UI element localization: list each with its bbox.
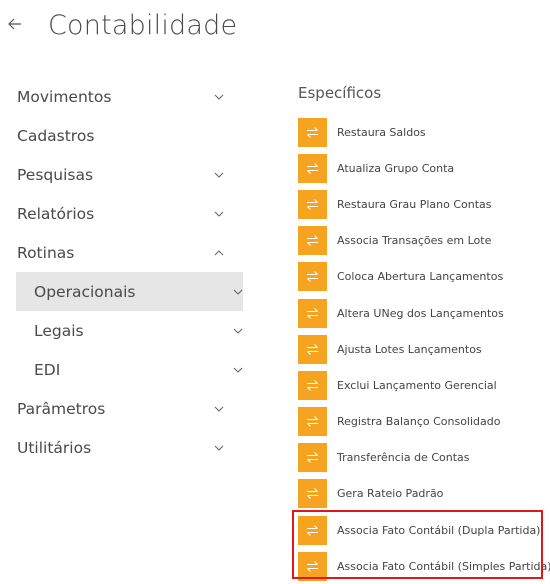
action-item[interactable]: Associa Fato Contábil (Simples Partida) (298, 548, 550, 584)
swap-arrows-icon[interactable] (298, 334, 327, 364)
action-label[interactable]: Registra Balanço Consolidado (337, 415, 500, 428)
submenu-item-legais[interactable]: Legais (16, 311, 243, 350)
action-item[interactable]: Associa Fato Contábil (Dupla Partida) (298, 512, 548, 548)
menu-item-utilitarios[interactable]: Utilitários (0, 428, 243, 467)
chevron-down-icon (233, 367, 243, 373)
swap-arrows-icon-graphic (307, 307, 318, 319)
action-label[interactable]: Associa Fato Contábil (Simples Partida) (337, 560, 550, 573)
menu-item-label: Parâmetros (17, 399, 106, 418)
action-label[interactable]: Restaura Grau Plano Contas (337, 198, 491, 211)
swap-arrows-icon-graphic (307, 235, 318, 247)
menu-item-movimentos[interactable]: Movimentos (0, 77, 243, 116)
swap-arrows-icon-graphic (307, 162, 318, 174)
action-item[interactable]: Altera UNeg dos Lançamentos (298, 295, 548, 331)
menu-item-cadastros[interactable]: Cadastros (0, 116, 243, 155)
action-item[interactable]: Coloca Abertura Lançamentos (298, 259, 548, 295)
swap-arrows-icon[interactable] (298, 515, 327, 545)
action-label[interactable]: Altera UNeg dos Lançamentos (337, 307, 504, 320)
swap-arrows-icon[interactable] (298, 443, 327, 473)
submenu-item-label: Operacionais (34, 282, 136, 301)
swap-arrows-icon[interactable] (298, 298, 327, 328)
action-item[interactable]: Gera Rateio Padrão (298, 476, 548, 512)
menu-item-rotinas[interactable]: Rotinas (0, 233, 243, 272)
menu-item-label: Rotinas (17, 243, 75, 262)
action-label[interactable]: Associa Fato Contábil (Dupla Partida) (337, 524, 540, 537)
action-label[interactable]: Transferência de Contas (337, 451, 469, 464)
action-item[interactable]: Atualiza Grupo Conta (298, 150, 548, 186)
action-item[interactable]: Registra Balanço Consolidado (298, 404, 548, 440)
chevron-down-icon (233, 289, 243, 295)
menu-item-pesquisas[interactable]: Pesquisas (0, 155, 243, 194)
menu-item-label: Relatórios (17, 204, 95, 223)
swap-arrows-icon[interactable] (298, 226, 327, 256)
action-label[interactable]: Exclui Lançamento Gerencial (337, 379, 497, 392)
swap-arrows-icon-graphic (307, 380, 318, 391)
submenu-item-label: Legais (34, 321, 84, 340)
action-label[interactable]: Associa Transações em Lote (337, 234, 491, 247)
chevron-down-icon (214, 172, 224, 178)
action-item[interactable]: Transferência de Contas (298, 440, 548, 476)
action-label[interactable]: Ajusta Lotes Lançamentos (337, 343, 482, 356)
submenu-item-edi[interactable]: EDI (16, 350, 243, 389)
section-title: Específicos (298, 84, 382, 102)
swap-arrows-icon-graphic (307, 271, 318, 283)
swap-arrows-icon-graphic (307, 560, 318, 572)
page-title: Contabilidade (48, 9, 238, 41)
swap-arrows-icon-graphic (307, 126, 318, 138)
chevron-down-icon (214, 406, 224, 412)
action-item[interactable]: Exclui Lançamento Gerencial (298, 367, 548, 403)
chevron-down-icon (214, 94, 224, 100)
specific-actions-panel: Específicos Restaura Saldos Atualiza Grup… (298, 80, 550, 584)
menu-item-label: Cadastros (17, 126, 95, 145)
swap-arrows-icon[interactable] (298, 407, 327, 437)
menu-item-relatorios[interactable]: Relatórios (0, 194, 243, 233)
chevron-up-icon (214, 249, 224, 255)
action-label[interactable]: Atualiza Grupo Conta (337, 162, 454, 175)
action-label[interactable]: Gera Rateio Padrão (337, 487, 443, 500)
menu-item-label: Pesquisas (17, 165, 94, 184)
action-list: Restaura Saldos Atualiza Grupo Conta Resta… (298, 114, 550, 584)
page-header: Contabilidade (8, 0, 237, 50)
action-item[interactable]: Ajusta Lotes Lançamentos (298, 331, 548, 367)
menu-item-label: Utilitários (17, 438, 92, 457)
swap-arrows-icon[interactable] (298, 117, 327, 147)
action-item[interactable]: Restaura Grau Plano Contas (298, 186, 548, 222)
action-label[interactable]: Coloca Abertura Lançamentos (337, 270, 503, 283)
swap-arrows-icon[interactable] (298, 370, 327, 400)
chevron-down-icon (233, 328, 243, 334)
swap-arrows-icon-graphic (307, 199, 318, 210)
action-label[interactable]: Restaura Saldos (337, 126, 426, 139)
chevron-down-icon (214, 211, 224, 217)
swap-arrows-icon[interactable] (298, 189, 327, 219)
swap-arrows-icon-graphic (307, 524, 318, 536)
swap-arrows-icon[interactable] (298, 153, 327, 183)
action-item[interactable]: Restaura Saldos (298, 114, 548, 150)
menu-item-parametros[interactable]: Parâmetros (0, 389, 243, 428)
swap-arrows-icon[interactable] (298, 262, 327, 292)
arrow-left-icon[interactable] (8, 16, 34, 34)
swap-arrows-icon-graphic (307, 488, 318, 500)
swap-arrows-icon-graphic (307, 416, 318, 427)
menu-item-label: Movimentos (17, 87, 112, 106)
submenu-item-operacionais[interactable]: Operacionais (16, 272, 243, 311)
submenu-item-label: EDI (34, 360, 61, 379)
side-menu: Movimentos Cadastros Pesquisas Relatório… (0, 77, 243, 467)
swap-arrows-icon[interactable] (298, 551, 327, 581)
swap-arrows-icon[interactable] (298, 479, 327, 509)
swap-arrows-icon-graphic (307, 343, 318, 355)
swap-arrows-icon-graphic (307, 452, 318, 464)
action-item[interactable]: Associa Transações em Lote (298, 223, 548, 259)
chevron-down-icon (214, 445, 224, 451)
